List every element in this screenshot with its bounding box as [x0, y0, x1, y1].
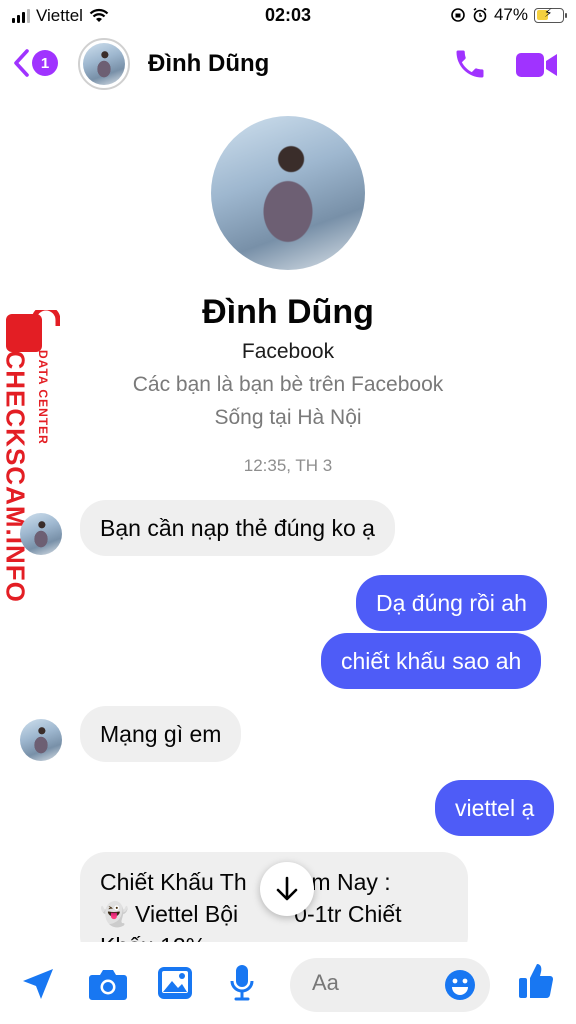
message-text: Viettel Bội — [135, 901, 239, 927]
ghost-emoji: 👻 — [100, 901, 129, 927]
status-right: 47% ⚡ — [450, 5, 567, 25]
scroll-to-bottom-button[interactable] — [260, 862, 314, 916]
message-outgoing[interactable]: viettel ạ — [435, 780, 555, 836]
profile-name: Đình Dũng — [202, 293, 374, 331]
message-incoming[interactable]: Bạn cần nạp thẻ đúng ko ạ — [80, 500, 395, 556]
microphone-icon[interactable] — [229, 964, 255, 1002]
sender-avatar[interactable] — [20, 719, 62, 761]
alarm-icon — [473, 7, 487, 23]
thumbs-up-icon[interactable] — [518, 962, 554, 1000]
message-incoming[interactable]: Mạng gì em — [80, 706, 242, 762]
contact-name[interactable]: Đình Dũng — [148, 50, 269, 78]
status-bar: Viettel 02:03 47% ⚡ — [0, 0, 576, 34]
arrow-down-icon — [276, 876, 298, 901]
sender-avatar[interactable] — [20, 513, 62, 555]
message-text: 0-1tr Chiết — [294, 901, 402, 927]
profile-photo[interactable] — [211, 116, 365, 270]
message-outgoing[interactable]: Dạ đúng rồi ah — [356, 575, 547, 631]
orientation-lock-icon — [451, 8, 465, 22]
unread-badge: 1 — [32, 50, 58, 76]
message-outgoing[interactable]: chiết khấu sao ah — [321, 633, 542, 689]
message-input[interactable] — [312, 970, 442, 996]
back-button[interactable]: 1 — [12, 48, 58, 78]
location: Sống tại Hà Nội — [214, 406, 362, 429]
battery-percent: 47% — [493, 5, 528, 24]
profile-subtitle: Facebook — [241, 340, 335, 363]
header-avatar[interactable] — [78, 38, 130, 90]
watermark-brand: CHECKSCAM.INFO — [0, 350, 31, 603]
friend-status: Các bạn là bạn bè trên Facebook — [132, 373, 444, 396]
send-arrow-icon[interactable] — [20, 966, 56, 1002]
timestamp: 12:35, TH 3 — [243, 456, 333, 475]
chat-header: 1 Đình Dũng — [0, 34, 576, 96]
message-text: Chiết Khấu Th — [100, 869, 247, 895]
watermark-subtitle: DATA CENTER — [36, 350, 50, 445]
lock-icon — [6, 310, 60, 352]
camera-icon[interactable] — [88, 966, 128, 1002]
emoji-icon[interactable] — [444, 969, 476, 1001]
video-camera-icon[interactable] — [515, 50, 559, 80]
gallery-icon[interactable] — [157, 966, 193, 1000]
battery-icon: ⚡ — [534, 6, 567, 23]
back-chevron-icon — [14, 49, 29, 77]
message-input-field[interactable] — [290, 958, 490, 1012]
composer-bar — [0, 942, 576, 1024]
phone-icon[interactable] — [452, 46, 488, 82]
